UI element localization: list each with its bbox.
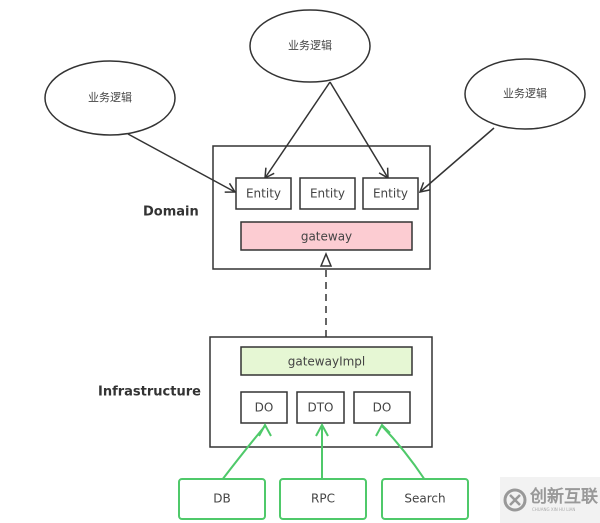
svg-text:Search: Search (404, 492, 445, 506)
svg-text:DO: DO (373, 401, 392, 415)
arrowhead (375, 423, 391, 437)
business-node-center: 业务逻辑 (249, 9, 371, 83)
entity-box: Entity (235, 177, 292, 210)
entity-box: Entity (362, 177, 419, 210)
watermark: 创新互联 CHUANG XIN HU LIAN (500, 477, 600, 523)
arrow-search-to-do (381, 425, 426, 481)
svg-text:RPC: RPC (311, 492, 335, 506)
watermark-text: 创新互联 (529, 486, 598, 507)
infrastructure-label: Infrastructure (98, 385, 201, 400)
business-node-right: 业务逻辑 (464, 58, 586, 130)
svg-text:gatewayImpl: gatewayImpl (288, 355, 366, 369)
gateway-box: gateway (240, 221, 413, 251)
data-object-box: DO (240, 391, 288, 424)
arrow-center-to-entity-3 (329, 81, 389, 180)
source-db: DB (178, 478, 266, 520)
arrow-right-to-entity (418, 127, 495, 194)
gateway-impl-box: gatewayImpl (240, 346, 413, 376)
data-object-box: DO (353, 391, 411, 424)
entity-box: Entity (299, 177, 356, 210)
source-search: Search (381, 478, 469, 520)
svg-text:Entity: Entity (246, 187, 281, 201)
arrow-left-to-entity (127, 133, 237, 193)
arrow-center-to-entity-1 (264, 81, 331, 180)
business-node-label: 业务逻辑 (88, 90, 132, 104)
svg-text:gateway: gateway (301, 230, 352, 244)
domain-label: Domain (143, 205, 199, 220)
arrow-db-to-do (221, 425, 266, 481)
implements-arrowhead (319, 252, 333, 267)
svg-text:DB: DB (213, 492, 230, 506)
source-rpc: RPC (279, 478, 367, 520)
business-node-label: 业务逻辑 (503, 86, 547, 100)
watermark-subtext: CHUANG XIN HU LIAN (532, 507, 575, 512)
business-node-left: 业务逻辑 (44, 60, 176, 136)
svg-text:Entity: Entity (373, 187, 408, 201)
business-node-label: 业务逻辑 (288, 38, 332, 52)
svg-text:Entity: Entity (310, 187, 345, 201)
svg-text:DTO: DTO (307, 401, 333, 415)
svg-text:DO: DO (255, 401, 274, 415)
architecture-diagram: 业务逻辑 业务逻辑 业务逻辑 Domain Entity Entity Enti… (44, 9, 600, 523)
dto-box: DTO (296, 391, 345, 424)
